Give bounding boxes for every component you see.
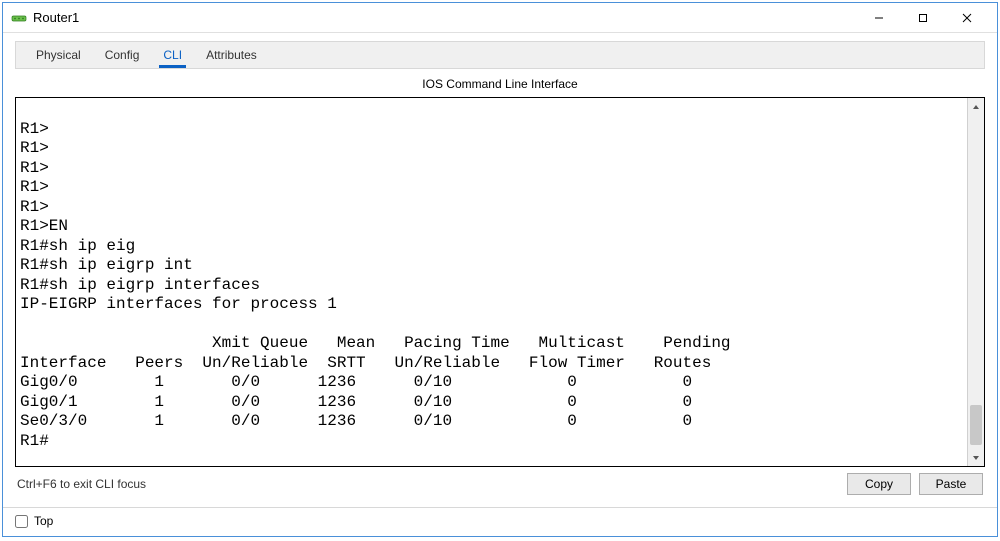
top-checkbox-label[interactable]: Top xyxy=(34,514,53,528)
copy-button[interactable]: Copy xyxy=(847,473,911,495)
cli-footer: Ctrl+F6 to exit CLI focus Copy Paste xyxy=(15,467,985,503)
app-window: Router1 Physical Config CLI Attributes I… xyxy=(2,2,998,537)
window-title: Router1 xyxy=(33,10,79,25)
tabstrip: Physical Config CLI Attributes xyxy=(15,41,985,69)
tab-cli[interactable]: CLI xyxy=(151,44,194,68)
titlebar: Router1 xyxy=(3,3,997,33)
terminal-wrap: R1> R1> R1> R1> R1> R1>EN R1#sh ip eig R… xyxy=(15,97,985,467)
cli-header: IOS Command Line Interface xyxy=(15,73,985,97)
cli-hint: Ctrl+F6 to exit CLI focus xyxy=(17,477,839,491)
paste-button[interactable]: Paste xyxy=(919,473,983,495)
maximize-button[interactable] xyxy=(901,4,945,32)
bottom-bar: Top xyxy=(3,507,997,536)
terminal-scrollbar[interactable] xyxy=(967,98,984,466)
scrollbar-thumb[interactable] xyxy=(970,405,982,445)
close-button[interactable] xyxy=(945,4,989,32)
cli-panel: IOS Command Line Interface R1> R1> R1> R… xyxy=(15,73,985,503)
terminal-output[interactable]: R1> R1> R1> R1> R1> R1>EN R1#sh ip eig R… xyxy=(16,98,967,466)
tab-attributes[interactable]: Attributes xyxy=(194,44,269,68)
minimize-button[interactable] xyxy=(857,4,901,32)
router-icon xyxy=(11,10,27,26)
body-area: Physical Config CLI Attributes IOS Comma… xyxy=(3,33,997,507)
scrollbar-track[interactable] xyxy=(968,115,984,449)
top-checkbox[interactable] xyxy=(15,515,28,528)
scroll-up-icon[interactable] xyxy=(968,98,984,115)
tab-config[interactable]: Config xyxy=(93,44,152,68)
scroll-down-icon[interactable] xyxy=(968,449,984,466)
tab-physical[interactable]: Physical xyxy=(24,44,93,68)
